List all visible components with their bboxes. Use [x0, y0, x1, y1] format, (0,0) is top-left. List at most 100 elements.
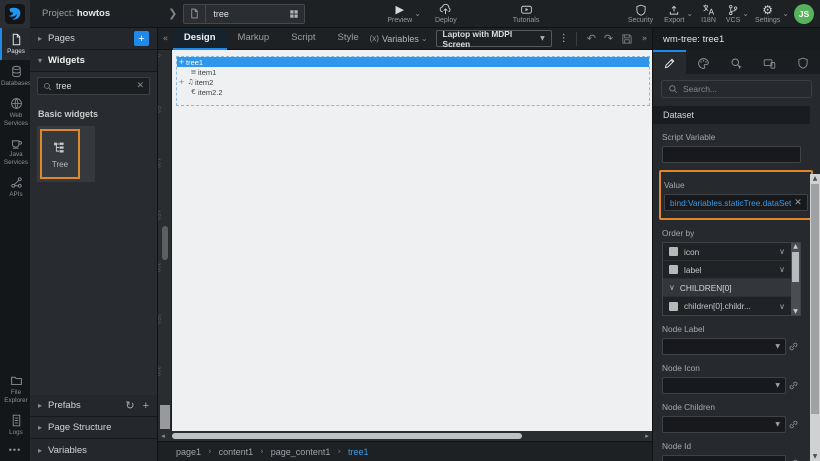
widget-search-value[interactable]: tree: [56, 81, 136, 91]
refresh-icon[interactable]: ↻: [125, 399, 134, 412]
node-id-select[interactable]: ▼: [662, 455, 786, 461]
horizontal-scrollbar-thumb[interactable]: [172, 433, 522, 439]
horizontal-scrollbar[interactable]: ◂ ▸: [158, 431, 652, 441]
deploy-button[interactable]: Deploy: [435, 4, 457, 24]
sidebar-item-java-services[interactable]: Java Services: [0, 131, 30, 171]
sidebar-item-web-services[interactable]: Web Services: [0, 92, 30, 132]
sidebar-item-databases[interactable]: Databases: [0, 60, 30, 92]
tutorials-button[interactable]: Tutorials: [513, 4, 540, 24]
checkbox[interactable]: [669, 247, 678, 256]
tree-widget-tile[interactable]: Tree: [40, 129, 80, 179]
vertical-scrollbar-thumb[interactable]: [162, 226, 168, 260]
collapse-left-icon[interactable]: «: [158, 34, 173, 44]
tab-markup[interactable]: Markup: [227, 28, 281, 50]
preview-chevron-icon[interactable]: ⌄: [414, 9, 421, 18]
design-canvas[interactable]: + tree1 ≡ item1 + ♫ item2 € item2.2: [172, 50, 652, 431]
panel-scrollbar[interactable]: ▲ ▼: [810, 174, 820, 461]
bind-link-icon[interactable]: [786, 419, 801, 430]
breadcrumb-page1[interactable]: page1: [176, 447, 201, 457]
tree-node-root[interactable]: + tree1: [177, 57, 649, 67]
tab-properties[interactable]: [653, 50, 686, 74]
tree-node[interactable]: € item2.2: [177, 87, 649, 97]
vcs-chevron-icon[interactable]: ⌄: [742, 9, 749, 18]
drag-handle-icon[interactable]: +: [177, 58, 186, 66]
prefabs-section-header[interactable]: ▸ Prefabs ↻ +: [30, 395, 157, 417]
security-button[interactable]: Security: [628, 4, 653, 24]
user-avatar[interactable]: JS: [794, 4, 814, 24]
settings-button[interactable]: ⚙ Settings: [755, 4, 780, 24]
chevron-down-icon[interactable]: ∨: [779, 302, 785, 311]
listbox-scrollbar[interactable]: ▲ ▼: [791, 243, 800, 315]
tree-widget-on-canvas[interactable]: + tree1 ≡ item1 + ♫ item2 € item2.2: [176, 56, 650, 106]
sidebar-item-file-explorer[interactable]: File Explorer: [0, 369, 30, 409]
panel-scrollbar-thumb[interactable]: [811, 184, 819, 414]
scroll-down-icon[interactable]: ▼: [791, 308, 800, 315]
export-button[interactable]: Export: [664, 4, 684, 24]
page-selector-value[interactable]: tree: [206, 9, 284, 19]
tree-node[interactable]: ≡ item1: [177, 67, 649, 77]
scroll-up-icon[interactable]: ▲: [791, 243, 800, 250]
breadcrumb-tree1[interactable]: tree1: [348, 447, 369, 457]
page-structure-section-header[interactable]: ▸ Page Structure: [30, 417, 157, 439]
widgets-section-header[interactable]: ▾ Widgets: [30, 50, 157, 72]
order-by-group-children[interactable]: ∨ CHILDREN[0]: [663, 279, 791, 297]
sidebar-item-apis[interactable]: APIs: [0, 171, 30, 203]
properties-search-input[interactable]: Search...: [661, 80, 812, 98]
value-input[interactable]: bind:Variables.staticTree.dataSet ✕: [664, 194, 808, 211]
tab-style[interactable]: Style: [327, 28, 370, 50]
clear-value-icon[interactable]: ✕: [794, 198, 802, 208]
scroll-down-icon[interactable]: ▼: [810, 453, 820, 460]
preview-button[interactable]: ▶ Preview: [387, 4, 412, 24]
settings-chevron-icon[interactable]: ⌄: [782, 9, 789, 18]
sidebar-item-pages[interactable]: Pages: [0, 28, 30, 60]
tree-node[interactable]: + ♫ item2: [177, 77, 649, 87]
page-selector[interactable]: tree: [183, 4, 305, 24]
scroll-right-icon[interactable]: ▸: [642, 432, 652, 440]
export-chevron-icon[interactable]: ⌄: [686, 9, 693, 18]
node-icon-select[interactable]: ▼: [662, 377, 786, 394]
scroll-up-icon[interactable]: ▲: [810, 175, 820, 182]
i18n-button[interactable]: I18N: [701, 4, 716, 24]
order-by-row-icon[interactable]: icon ∨: [663, 243, 791, 261]
vcs-button[interactable]: VCS: [726, 4, 740, 24]
order-by-row-children[interactable]: children[0].childr... ∨: [663, 297, 791, 315]
grid-icon[interactable]: [289, 9, 299, 19]
listbox-scrollbar-thumb[interactable]: [792, 252, 799, 282]
redo-icon[interactable]: ↷: [604, 32, 613, 45]
add-prefab-button[interactable]: +: [143, 400, 149, 412]
checkbox[interactable]: [669, 302, 678, 311]
widget-search-input[interactable]: tree ✕: [37, 77, 150, 95]
more-options-icon[interactable]: •••: [0, 441, 30, 461]
variables-dropdown[interactable]: (x) Variables ⌄: [370, 34, 428, 44]
tab-script[interactable]: Script: [280, 28, 326, 50]
app-logo[interactable]: [0, 0, 30, 28]
expand-toggle-icon[interactable]: +: [177, 78, 186, 86]
tab-devices[interactable]: [753, 50, 786, 74]
tab-design[interactable]: Design: [173, 28, 227, 50]
node-children-select[interactable]: ▼: [662, 416, 786, 433]
script-variable-input[interactable]: [662, 146, 801, 163]
undo-icon[interactable]: ↶: [587, 32, 596, 45]
save-icon[interactable]: [621, 33, 633, 45]
checkbox[interactable]: [669, 265, 678, 274]
sidebar-item-logs[interactable]: Logs: [0, 409, 30, 441]
tab-security[interactable]: [787, 50, 820, 74]
collapse-right-icon[interactable]: »: [637, 34, 652, 44]
breadcrumb-content1[interactable]: content1: [219, 447, 254, 457]
node-label-select[interactable]: ▼: [662, 338, 786, 355]
pages-section-header[interactable]: ▸ Pages +: [30, 28, 157, 50]
bind-link-icon[interactable]: [786, 380, 801, 391]
tab-inspect[interactable]: [720, 50, 753, 74]
scroll-left-icon[interactable]: ◂: [158, 432, 168, 440]
clear-search-icon[interactable]: ✕: [136, 81, 144, 91]
tab-styles[interactable]: [686, 50, 719, 74]
chevron-down-icon[interactable]: ∨: [779, 265, 785, 274]
horizontal-scrollbar-track[interactable]: [168, 432, 642, 440]
bind-link-icon[interactable]: [786, 341, 801, 352]
canvas-more-icon[interactable]: ⋮: [559, 33, 569, 44]
chevron-down-icon[interactable]: ∨: [779, 247, 785, 256]
variables-section-header[interactable]: ▸ Variables: [30, 439, 157, 461]
add-page-button[interactable]: +: [134, 31, 149, 46]
breadcrumb-page-content1[interactable]: page_content1: [271, 447, 331, 457]
device-selector[interactable]: Laptop with MDPI Screen ▼: [436, 30, 552, 47]
